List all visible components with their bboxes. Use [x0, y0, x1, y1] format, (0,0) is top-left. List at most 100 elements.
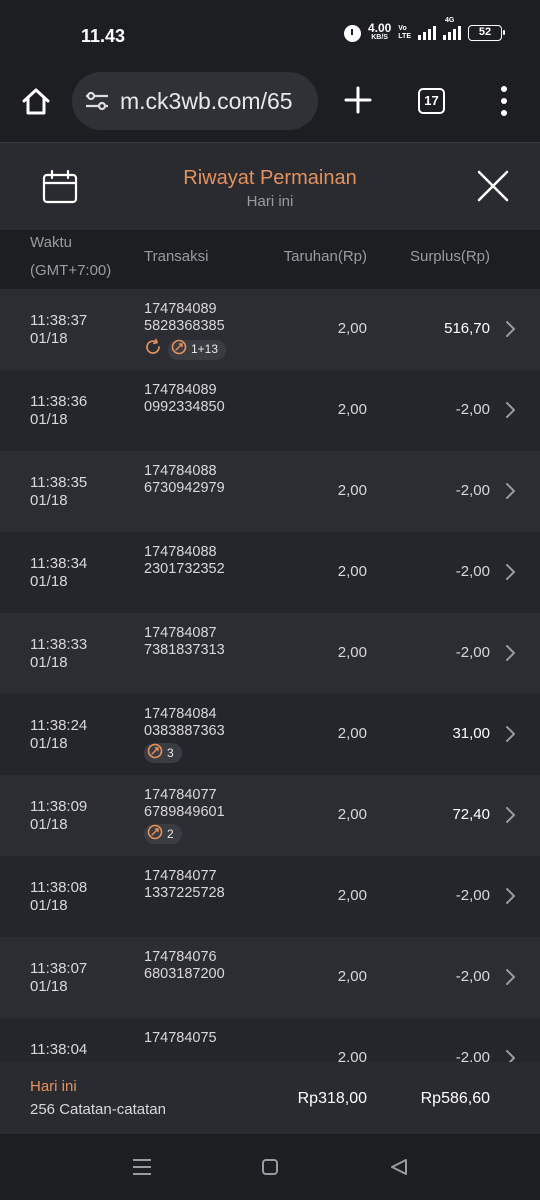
back-button[interactable] — [390, 1158, 408, 1176]
row-bet: 2,00 — [337, 887, 367, 904]
row-transaction-line2: 6730942979 — [144, 480, 225, 496]
chevron-right-icon[interactable] — [504, 401, 516, 419]
badge-count: 1+13 — [191, 342, 219, 356]
row-transaction-line2: 1337225728 — [144, 885, 225, 901]
free-spin-badge: 1+13 — [168, 339, 227, 360]
chevron-right-icon[interactable] — [504, 725, 516, 743]
chevron-right-icon[interactable] — [504, 887, 516, 905]
signal-icon — [418, 26, 436, 40]
row-surplus: -2,00 — [455, 482, 490, 499]
row-transaction: 174784076 6803187200 — [144, 949, 225, 983]
row-time: 11:38:36 01/18 — [30, 393, 87, 429]
panel-header: Riwayat Permainan Hari ini — [0, 142, 540, 230]
row-bet: 2,00 — [337, 482, 367, 499]
transaction-list: 11:38:37 01/18 174784089 5828368385 1+13… — [0, 289, 540, 1062]
table-row[interactable]: 11:38:36 01/18 174784089 0992334850 2,00… — [0, 370, 540, 451]
table-row[interactable]: 11:38:34 01/18 174784088 2301732352 2,00… — [0, 532, 540, 613]
row-date-value: 01/18 — [30, 897, 68, 914]
row-time: 11:38:09 01/18 — [30, 798, 87, 834]
chevron-right-icon[interactable] — [504, 806, 516, 824]
row-bet: 2,00 — [337, 320, 367, 337]
row-transaction-line2: 5828368385 — [144, 318, 225, 334]
row-time-value: 11:38:33 — [30, 636, 88, 653]
row-time: 11:38:33 01/18 — [30, 636, 87, 672]
recents-icon — [133, 1159, 151, 1175]
close-button[interactable] — [476, 169, 510, 203]
chevron-right-icon[interactable] — [504, 1049, 516, 1062]
row-transaction: 174784084 0383887363 3 — [144, 706, 225, 763]
home-button[interactable] — [16, 82, 56, 122]
table-row[interactable]: 11:38:04 174784075 2,00 -2,00 — [0, 1018, 540, 1062]
footer-period: Hari ini — [30, 1078, 77, 1095]
row-time-value: 11:38:09 — [30, 798, 88, 815]
system-home-button[interactable] — [262, 1159, 278, 1175]
chevron-right-icon[interactable] — [504, 320, 516, 338]
row-time-value: 11:38:24 — [30, 717, 88, 734]
row-date-value: 01/18 — [30, 330, 68, 347]
close-icon — [477, 170, 509, 202]
signal-4g-icon: 4G — [443, 17, 461, 40]
row-surplus: -2,00 — [455, 1049, 490, 1062]
row-time: 11:38:24 01/18 — [30, 717, 87, 753]
recents-button[interactable] — [132, 1158, 152, 1176]
table-row[interactable]: 11:38:07 01/18 174784076 6803187200 2,00… — [0, 937, 540, 1018]
row-transaction-line1: 174784088 — [144, 463, 217, 479]
row-transaction-line1: 174784077 — [144, 787, 217, 803]
alarm-icon — [343, 24, 361, 42]
row-transaction-line2: 6789849601 — [144, 804, 225, 820]
row-date-value: 01/18 — [30, 654, 68, 671]
more-menu-button[interactable] — [498, 86, 510, 116]
panel-title: Riwayat Permainan — [183, 167, 357, 189]
address-bar[interactable]: m.ck3wb.com/65 — [72, 72, 318, 130]
table-row[interactable]: 11:38:33 01/18 174784087 7381837313 2,00… — [0, 613, 540, 694]
row-date-value: 01/18 — [30, 492, 68, 509]
chevron-right-icon[interactable] — [504, 644, 516, 662]
badge-count: 3 — [167, 745, 174, 760]
row-date-value: 01/18 — [30, 411, 68, 428]
row-date-value: 01/18 — [30, 816, 68, 833]
chevron-right-icon[interactable] — [504, 482, 516, 500]
net-speed: 4.00 KB/S — [368, 22, 391, 42]
table-header: Waktu (GMT+7:00) Transaksi Taruhan(Rp) S… — [0, 230, 540, 288]
new-tab-button[interactable] — [340, 82, 376, 118]
dot-icon — [501, 86, 507, 92]
row-date-value: 01/18 — [30, 735, 68, 752]
row-badges: 1+13 — [144, 338, 227, 361]
row-badges: 3 — [144, 743, 225, 763]
row-time-value: 11:38:08 — [30, 879, 88, 896]
chevron-right-icon[interactable] — [504, 968, 516, 986]
row-transaction: 174784089 0992334850 — [144, 382, 225, 416]
row-transaction-line1: 174784076 — [144, 949, 217, 965]
footer-total-surplus: Rp586,60 — [420, 1090, 490, 1107]
row-time: 11:38:35 01/18 — [30, 474, 87, 510]
row-time: 11:38:04 — [30, 1041, 87, 1059]
column-timezone: (GMT+7:00) — [30, 262, 112, 279]
table-row[interactable]: 11:38:09 01/18 174784077 6789849601 2 2,… — [0, 775, 540, 856]
footer-total-bet: Rp318,00 — [297, 1090, 367, 1107]
panel-subtitle: Hari ini — [246, 193, 294, 210]
row-time: 11:38:34 01/18 — [30, 555, 87, 591]
table-row[interactable]: 11:38:35 01/18 174784088 6730942979 2,00… — [0, 451, 540, 532]
row-bet: 2,00 — [337, 644, 367, 661]
table-row[interactable]: 11:38:08 01/18 174784077 1337225728 2,00… — [0, 856, 540, 937]
table-row[interactable]: 11:38:37 01/18 174784089 5828368385 1+13… — [0, 289, 540, 370]
column-waktu: Waktu — [30, 234, 72, 251]
tab-switcher-button[interactable]: 17 — [418, 88, 445, 114]
volte-icon: Vo LTE — [398, 25, 411, 41]
row-time-value: 11:38:36 — [30, 393, 88, 410]
row-transaction: 174784087 7381837313 — [144, 625, 225, 659]
row-date-value: 01/18 — [30, 978, 68, 995]
badge-count: 2 — [167, 826, 174, 841]
row-bet: 2,00 — [337, 1049, 367, 1062]
row-surplus: 516,70 — [444, 320, 490, 337]
row-time-value: 11:38:04 — [30, 1041, 88, 1058]
row-time: 11:38:07 01/18 — [30, 960, 87, 996]
chevron-right-icon[interactable] — [504, 563, 516, 581]
table-row[interactable]: 11:38:24 01/18 174784084 0383887363 3 2,… — [0, 694, 540, 775]
row-transaction-line1: 174784089 — [144, 301, 217, 317]
row-transaction-line2: 0992334850 — [144, 399, 225, 415]
summary-footer: Hari ini 256 Catatan-catatan Rp318,00 Rp… — [0, 1062, 540, 1134]
home-icon — [22, 88, 50, 115]
footer-record-count: 256 Catatan-catatan — [30, 1101, 166, 1118]
back-icon — [391, 1159, 407, 1175]
